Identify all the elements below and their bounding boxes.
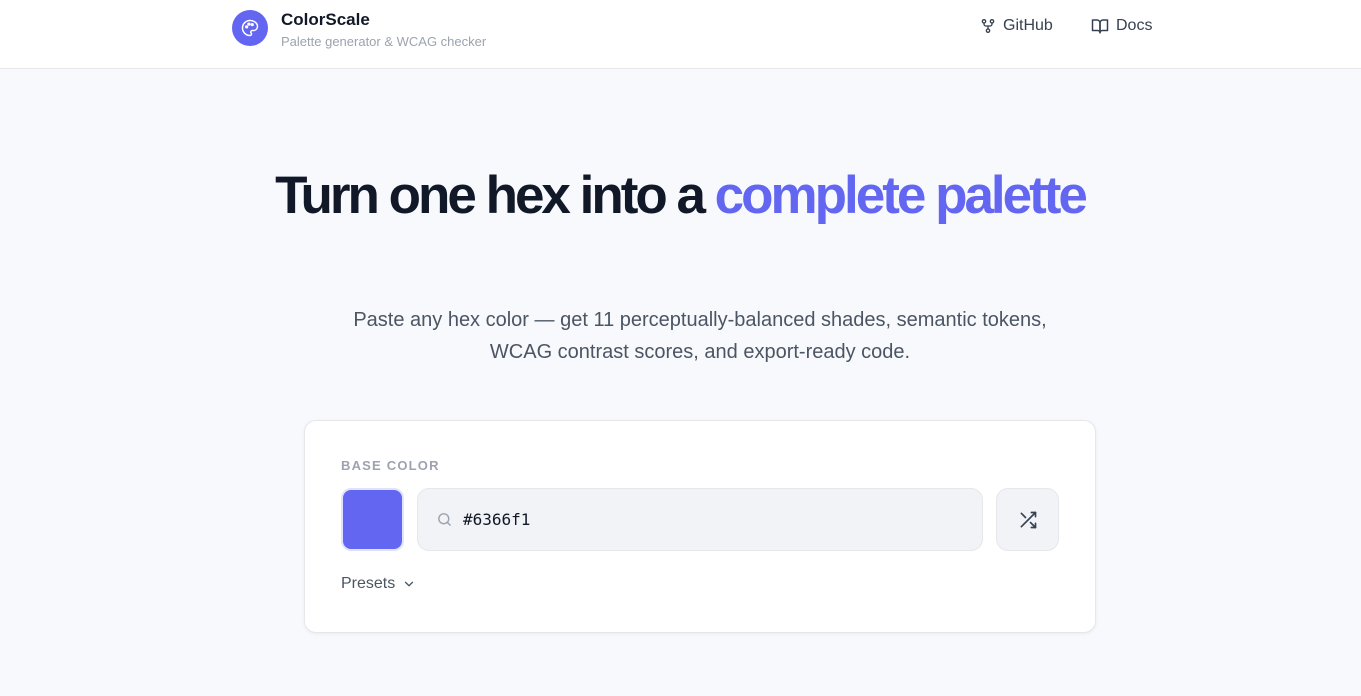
app-tagline: Palette generator & WCAG checker: [281, 34, 487, 49]
hex-input-container[interactable]: [417, 488, 983, 551]
palette-logo-icon: [232, 10, 268, 46]
hero-subtitle-line1: Paste any hex color — get 11 perceptuall…: [353, 309, 1047, 331]
hero-title-part1: Turn one hex into a: [275, 166, 715, 225]
presets-label: Presets: [341, 575, 396, 592]
shuffle-icon: [1020, 511, 1036, 528]
random-color-button[interactable]: [996, 488, 1059, 551]
github-fork-icon: [981, 19, 995, 33]
brand[interactable]: ColorScale Palette generator & WCAG chec…: [232, 10, 486, 51]
base-color-label: BASE COLOR: [341, 458, 440, 473]
hero-subtitle: Paste any hex color — get 11 perceptuall…: [300, 304, 1100, 368]
hero-title: Turn one hex into a complete palette: [0, 168, 1361, 223]
nav-github-link[interactable]: GitHub: [980, 17, 1053, 35]
search-icon: [438, 513, 451, 526]
book-open-icon: [1091, 19, 1109, 34]
chevron-down-icon: [405, 581, 414, 587]
presets-dropdown[interactable]: Presets: [341, 575, 416, 593]
nav-docs-label: Docs: [1116, 17, 1153, 34]
hero-title-accent: complete palette: [714, 166, 1088, 225]
hero-subtitle-line2: WCAG contrast scores, and export-ready c…: [489, 341, 911, 363]
hex-input[interactable]: [463, 510, 943, 529]
app-name: ColorScale: [281, 10, 370, 29]
color-swatch-picker[interactable]: [341, 488, 404, 551]
base-color-card: BASE COLOR Presets: [304, 420, 1096, 633]
top-bar: ColorScale Palette generator & WCAG chec…: [0, 0, 1361, 69]
nav-github-label: GitHub: [1003, 17, 1053, 34]
nav-docs-link[interactable]: Docs: [1091, 17, 1152, 35]
